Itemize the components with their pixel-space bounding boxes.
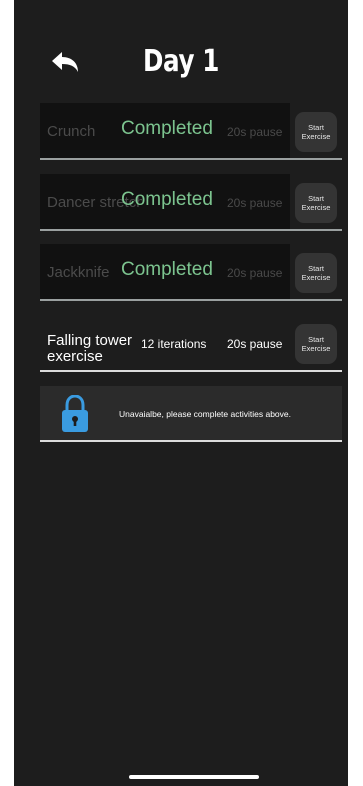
exercise-pause: 20s pause (227, 196, 283, 210)
exercise-iterations: 12 iterations (141, 337, 207, 351)
exercise-name: Falling tower exercise (47, 333, 133, 365)
start-exercise-button[interactable]: Start Exercise (295, 324, 337, 364)
exercise-row-crunch: Crunch 20s pause Completed Start Exercis… (40, 103, 342, 160)
exercise-pause: 20s pause (227, 337, 283, 351)
exercise-pause: 20s pause (227, 125, 283, 139)
exercise-row-falling-tower: Falling tower exercise 12 iterations 20s… (40, 315, 342, 372)
locked-message: Unavaialbe, please complete activities a… (119, 409, 291, 419)
lock-icon (62, 395, 88, 432)
app-screen: Day 1 Crunch 20s pause Completed Start E… (14, 0, 348, 786)
home-indicator[interactable] (129, 775, 259, 779)
completed-label: Completed (121, 118, 213, 139)
header: Day 1 (14, 40, 348, 90)
exercise-pause: 20s pause (227, 266, 283, 280)
row-divider (40, 440, 342, 442)
row-divider (40, 370, 342, 372)
row-divider (40, 229, 342, 231)
completed-label: Completed (121, 189, 213, 210)
start-exercise-button[interactable]: Start Exercise (295, 253, 337, 293)
completed-label: Completed (121, 259, 213, 280)
page-title: Day 1 (143, 44, 219, 79)
start-exercise-button[interactable]: Start Exercise (295, 112, 337, 152)
row-divider (40, 158, 342, 160)
locked-row: Unavaialbe, please complete activities a… (40, 386, 342, 442)
start-exercise-button[interactable]: Start Exercise (295, 183, 337, 223)
row-divider (40, 299, 342, 301)
exercise-row-dancer-stretch: Dancer stretch 20s pause Completed Start… (40, 174, 342, 231)
exercise-row-jackknife: Jackknife 20s pause Completed Start Exer… (40, 244, 342, 301)
